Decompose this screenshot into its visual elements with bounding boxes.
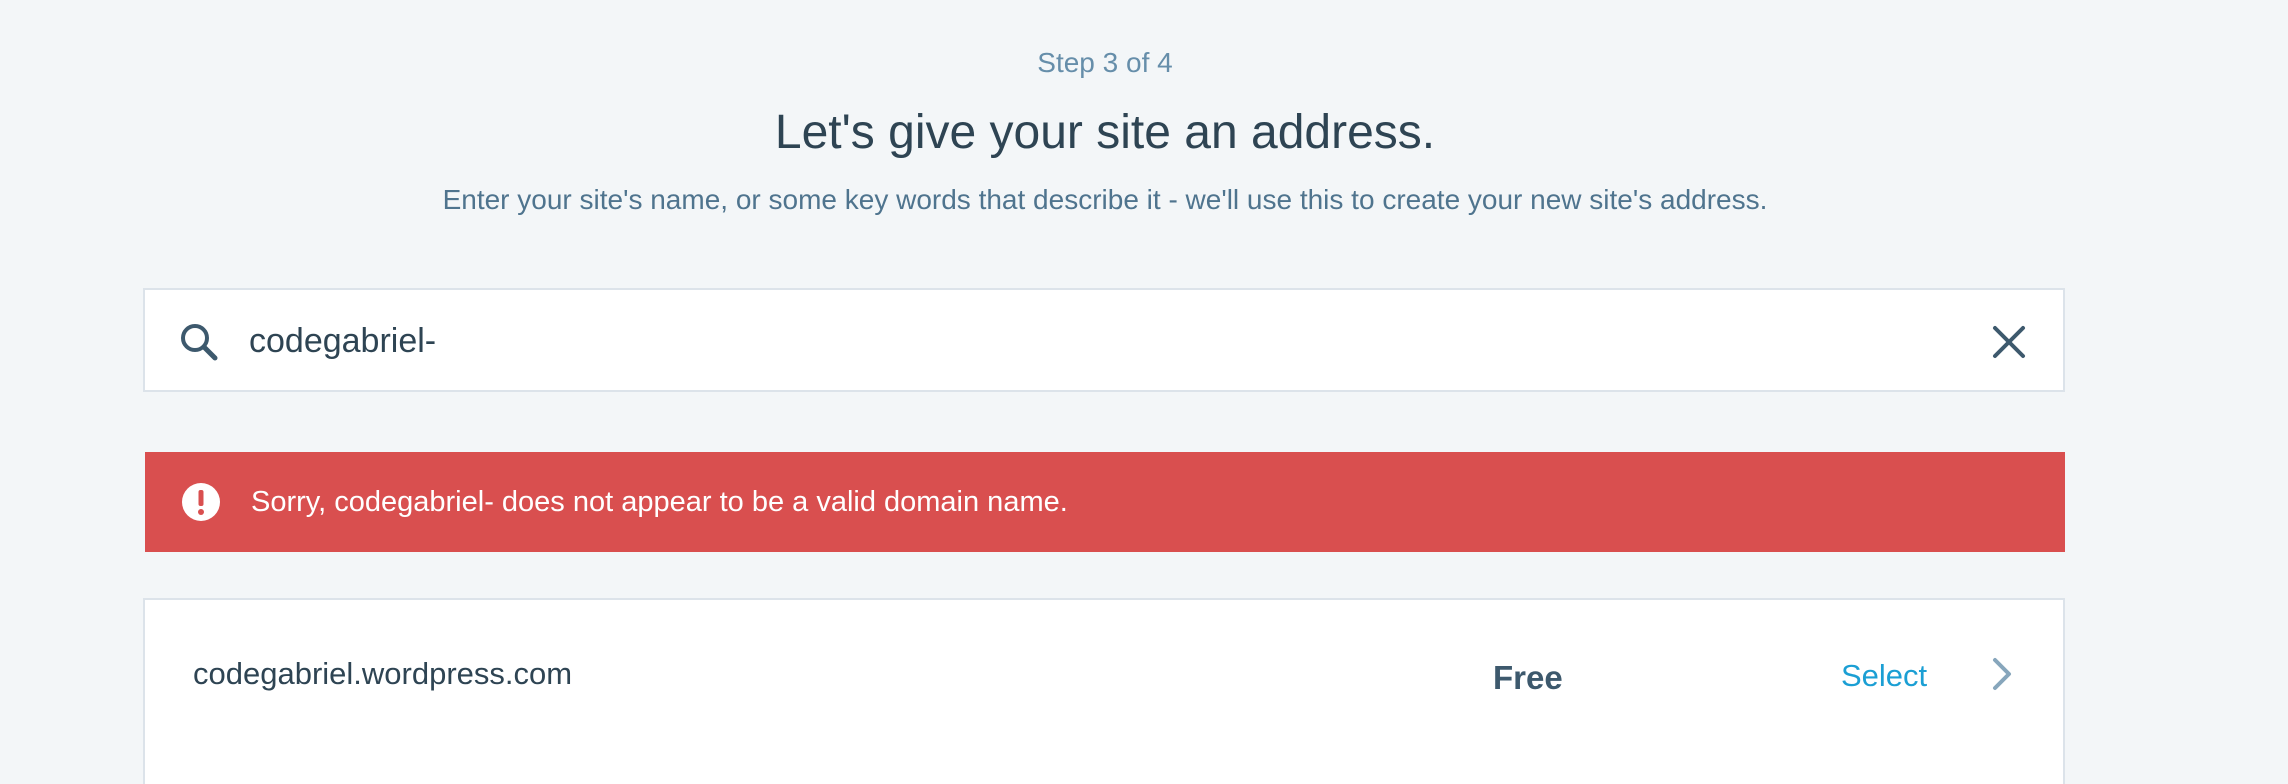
alert-icon bbox=[181, 482, 221, 522]
domain-name: codegabriel.wordpress.com bbox=[193, 656, 573, 691]
search-icon[interactable] bbox=[177, 320, 221, 364]
error-notice: Sorry, codegabriel- does not appear to b… bbox=[145, 452, 2065, 552]
chevron-right-icon[interactable] bbox=[1981, 654, 2021, 694]
domain-price: Free bbox=[1493, 659, 1563, 696]
page-title: Let's give your site an address. bbox=[774, 106, 1436, 159]
error-message: Sorry, codegabriel- does not appear to b… bbox=[251, 486, 1068, 518]
domain-result-row[interactable]: codegabriel.wordpress.com Free Select bbox=[143, 598, 2065, 746]
select-button[interactable]: Select bbox=[1841, 657, 1927, 695]
page-subtitle: Enter your site's name, or some key word… bbox=[442, 184, 1768, 215]
domain-search-input[interactable] bbox=[245, 312, 1953, 370]
close-icon[interactable] bbox=[1983, 316, 2035, 368]
next-result-row[interactable] bbox=[143, 744, 2065, 784]
step-indicator: Step 3 of 4 bbox=[1037, 47, 1173, 78]
domain-search-box bbox=[143, 288, 2065, 392]
